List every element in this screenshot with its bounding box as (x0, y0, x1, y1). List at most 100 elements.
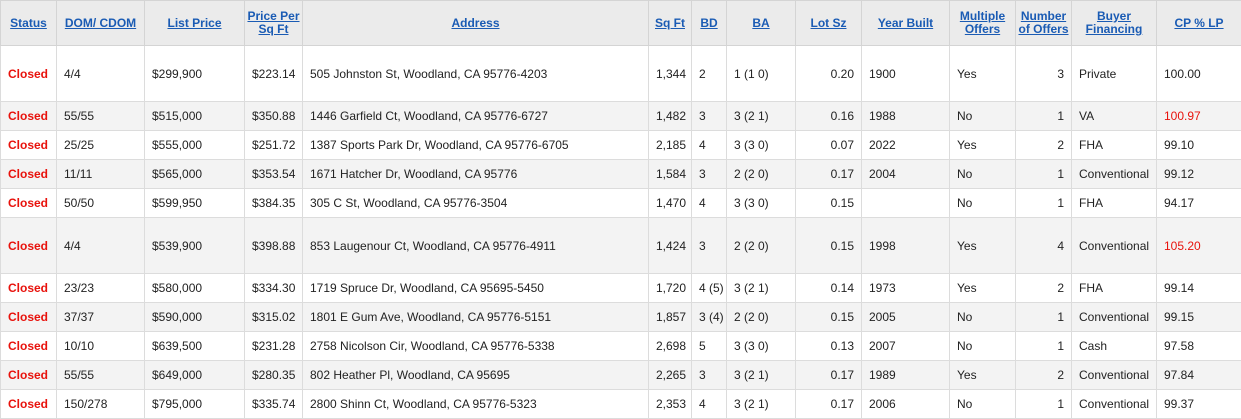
column-header[interactable]: BA (727, 1, 796, 46)
sort-list-price-link[interactable]: List Price (167, 16, 221, 30)
table-row[interactable]: Closed25/25$555,000$251.721387 Sports Pa… (1, 131, 1241, 160)
address-cell: 1387 Sports Park Dr, Woodland, CA 95776-… (303, 131, 649, 160)
lot-size-cell: 0.15 (796, 303, 862, 332)
sort-year-built-link[interactable]: Year Built (878, 16, 933, 30)
ba-cell: 2 (2 0) (727, 160, 796, 189)
lot-size-cell: 0.17 (796, 361, 862, 390)
address-cell: 505 Johnston St, Woodland, CA 95776-4203 (303, 46, 649, 102)
price-per-sqft-cell: $384.35 (245, 189, 303, 218)
status-cell: Closed (1, 160, 57, 189)
year-built-cell: 2006 (862, 390, 950, 419)
ba-cell: 3 (2 1) (727, 390, 796, 419)
buyer-financing-cell: FHA (1072, 189, 1157, 218)
year-built-cell: 2007 (862, 332, 950, 361)
sqft-cell: 2,265 (649, 361, 692, 390)
column-header[interactable]: Sq Ft (649, 1, 692, 46)
status-cell: Closed (1, 46, 57, 102)
ba-cell: 2 (2 0) (727, 303, 796, 332)
multiple-offers-cell: Yes (950, 274, 1016, 303)
ba-cell: 3 (2 1) (727, 361, 796, 390)
cp-lp-cell: 100.00 (1157, 46, 1241, 102)
status-cell: Closed (1, 274, 57, 303)
table-row[interactable]: Closed55/55$515,000$350.881446 Garfield … (1, 102, 1241, 131)
list-price-cell: $795,000 (145, 390, 245, 419)
sort-status-link[interactable]: Status (10, 16, 47, 30)
price-per-sqft-cell: $334.30 (245, 274, 303, 303)
column-header[interactable]: Status (1, 1, 57, 46)
sqft-cell: 2,185 (649, 131, 692, 160)
sort-price-per-sqft-link[interactable]: Price Per Sq Ft (247, 9, 299, 36)
column-header[interactable]: DOM/ CDOM (57, 1, 145, 46)
cp-lp-cell: 99.37 (1157, 390, 1241, 419)
column-header[interactable]: Lot Sz (796, 1, 862, 46)
column-header[interactable]: List Price (145, 1, 245, 46)
bd-cell: 4 (692, 131, 727, 160)
column-header[interactable]: Year Built (862, 1, 950, 46)
year-built-cell: 1988 (862, 102, 950, 131)
buyer-financing-cell: Conventional (1072, 303, 1157, 332)
sqft-cell: 2,353 (649, 390, 692, 419)
number-of-offers-cell: 1 (1016, 390, 1072, 419)
list-price-cell: $515,000 (145, 102, 245, 131)
number-of-offers-cell: 3 (1016, 46, 1072, 102)
sort-address-link[interactable]: Address (451, 16, 499, 30)
header-row: Status DOM/ CDOM List Price Price Per Sq… (1, 1, 1241, 46)
column-header[interactable]: Number of Offers (1016, 1, 1072, 46)
sort-lot-size-link[interactable]: Lot Sz (811, 16, 847, 30)
number-of-offers-cell: 2 (1016, 131, 1072, 160)
sort-sqft-link[interactable]: Sq Ft (655, 16, 685, 30)
cp-lp-cell: 100.97 (1157, 102, 1241, 131)
address-cell: 1671 Hatcher Dr, Woodland, CA 95776 (303, 160, 649, 189)
status-cell: Closed (1, 102, 57, 131)
dom-cell: 4/4 (57, 218, 145, 274)
ba-cell: 3 (3 0) (727, 131, 796, 160)
table-row[interactable]: Closed10/10$639,500$231.282758 Nicolson … (1, 332, 1241, 361)
multiple-offers-cell: No (950, 102, 1016, 131)
sort-buyer-financing-link[interactable]: Buyer Financing (1086, 9, 1143, 36)
sort-cp-lp-link[interactable]: CP % LP (1174, 16, 1223, 30)
column-header[interactable]: Multiple Offers (950, 1, 1016, 46)
number-of-offers-cell: 1 (1016, 332, 1072, 361)
table-row[interactable]: Closed55/55$649,000$280.35802 Heather Pl… (1, 361, 1241, 390)
address-cell: 2758 Nicolson Cir, Woodland, CA 95776-53… (303, 332, 649, 361)
sort-bd-link[interactable]: BD (700, 16, 717, 30)
number-of-offers-cell: 2 (1016, 274, 1072, 303)
status-cell: Closed (1, 390, 57, 419)
cp-lp-cell: 97.84 (1157, 361, 1241, 390)
table-row[interactable]: Closed37/37$590,000$315.021801 E Gum Ave… (1, 303, 1241, 332)
price-per-sqft-cell: $315.02 (245, 303, 303, 332)
sort-ba-link[interactable]: BA (752, 16, 769, 30)
bd-cell: 2 (692, 46, 727, 102)
table-row[interactable]: Closed4/4$539,900$398.88853 Laugenour Ct… (1, 218, 1241, 274)
status-cell: Closed (1, 189, 57, 218)
table-row[interactable]: Closed50/50$599,950$384.35305 C St, Wood… (1, 189, 1241, 218)
buyer-financing-cell: Conventional (1072, 390, 1157, 419)
column-header[interactable]: Price Per Sq Ft (245, 1, 303, 46)
buyer-financing-cell: FHA (1072, 274, 1157, 303)
dom-cell: 150/278 (57, 390, 145, 419)
column-header[interactable]: CP % LP (1157, 1, 1241, 46)
status-cell: Closed (1, 303, 57, 332)
buyer-financing-cell: Conventional (1072, 361, 1157, 390)
bd-cell: 4 (692, 189, 727, 218)
multiple-offers-cell: No (950, 160, 1016, 189)
table-row[interactable]: Closed4/4$299,900$223.14505 Johnston St,… (1, 46, 1241, 102)
table-row[interactable]: Closed23/23$580,000$334.301719 Spruce Dr… (1, 274, 1241, 303)
cp-lp-cell: 94.17 (1157, 189, 1241, 218)
number-of-offers-cell: 1 (1016, 160, 1072, 189)
table-row[interactable]: Closed11/11$565,000$353.541671 Hatcher D… (1, 160, 1241, 189)
column-header[interactable]: Buyer Financing (1072, 1, 1157, 46)
cp-lp-cell: 99.14 (1157, 274, 1241, 303)
list-price-cell: $649,000 (145, 361, 245, 390)
address-cell: 1801 E Gum Ave, Woodland, CA 95776-5151 (303, 303, 649, 332)
sort-dom-link[interactable]: DOM/ CDOM (65, 16, 136, 30)
year-built-cell: 2004 (862, 160, 950, 189)
sort-number-of-offers-link[interactable]: Number of Offers (1018, 9, 1068, 36)
column-header[interactable]: BD (692, 1, 727, 46)
column-header[interactable]: Address (303, 1, 649, 46)
address-cell: 1446 Garfield Ct, Woodland, CA 95776-672… (303, 102, 649, 131)
list-price-cell: $590,000 (145, 303, 245, 332)
table-row[interactable]: Closed150/278$795,000$335.742800 Shinn C… (1, 390, 1241, 419)
sort-multiple-offers-link[interactable]: Multiple Offers (960, 9, 1005, 36)
ba-cell: 3 (2 1) (727, 274, 796, 303)
